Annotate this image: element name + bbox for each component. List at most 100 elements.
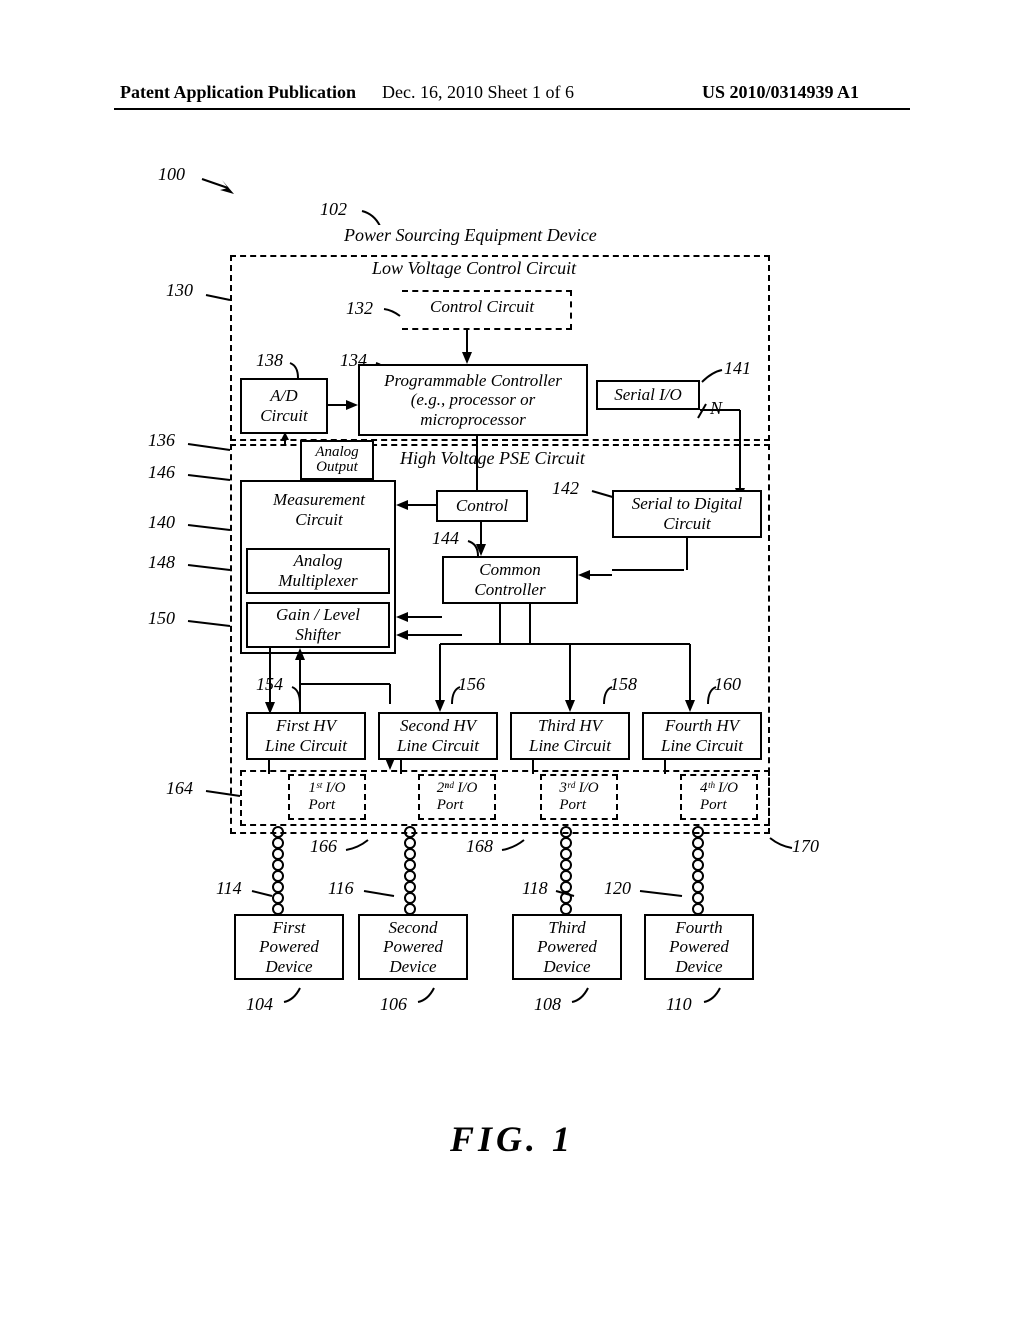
control-circuit-title: Control Circuit — [430, 297, 534, 317]
prog-to-control-line — [470, 436, 484, 490]
ref-141: 141 — [724, 358, 751, 379]
cable-4 — [690, 826, 706, 914]
cable-2 — [402, 826, 418, 914]
ref-106: 106 — [380, 994, 407, 1015]
ref-116: 116 — [328, 878, 354, 899]
ref-130-lead — [206, 292, 232, 302]
ref-104-lead — [284, 988, 302, 1004]
serial-to-digital: Serial to Digital Circuit — [612, 490, 762, 538]
ref-104: 104 — [246, 994, 273, 1015]
ref-110-lead — [704, 988, 722, 1004]
hv-line-4: Fourth HV Line Circuit — [642, 712, 762, 760]
ref-136-lead — [188, 440, 230, 452]
ao-to-ad-arrow — [278, 432, 292, 444]
ref-108-lead — [572, 988, 590, 1004]
ref-150-lead — [188, 618, 230, 628]
ref-158-lead — [600, 684, 616, 704]
header-left: Patent Application Publication — [120, 82, 356, 103]
control-to-meas-arrow — [396, 498, 436, 512]
ref-120-lead — [640, 888, 682, 898]
ref-146-lead — [188, 472, 230, 482]
analog-output: Analog Output — [300, 440, 374, 480]
powered-device-4: Fourth Powered Device — [644, 914, 754, 980]
ref-120: 120 — [604, 878, 631, 899]
common-controller: Common Controller — [442, 556, 578, 604]
ref-156-lead — [448, 684, 464, 704]
ref-160-lead — [704, 684, 720, 704]
io-port-2: 2ⁿᵈ I/O Port — [418, 774, 496, 820]
ref-132: 132 — [346, 298, 373, 319]
hv3-to-io3 — [526, 760, 540, 774]
ref-100: 100 — [158, 164, 185, 185]
common-to-hv-lines — [440, 604, 700, 712]
ref-148: 148 — [148, 552, 175, 573]
control-box: Control — [436, 490, 528, 522]
header-rule — [114, 108, 910, 110]
ref-166-lead — [346, 840, 370, 854]
ref-140: 140 — [148, 512, 175, 533]
ref-114: 114 — [216, 878, 242, 899]
powered-device-2: Second Powered Device — [358, 914, 468, 980]
ref-136: 136 — [148, 430, 175, 451]
io-port-1: 1ˢᵗ I/O Port — [288, 774, 366, 820]
hv4-to-io4 — [658, 760, 672, 774]
ref-170: 170 — [792, 836, 819, 857]
ref-154-lead — [292, 684, 308, 704]
ad-circuit: A/D Circuit — [240, 378, 328, 434]
ref-144: 144 — [432, 528, 459, 549]
ref-146: 146 — [148, 462, 175, 483]
ref-118: 118 — [522, 878, 548, 899]
hv-line-1: First HV Line Circuit — [246, 712, 366, 760]
gain-level-shifter: Gain / Level Shifter — [246, 602, 390, 648]
ref-102: 102 — [320, 199, 347, 220]
s2d-left-line — [612, 568, 684, 572]
ad-to-prog-arrow — [328, 398, 358, 412]
s2d-to-common-arrow — [578, 568, 612, 582]
hvpse-title: High Voltage PSE Circuit — [400, 448, 585, 469]
ref-118-lead — [556, 888, 574, 898]
cable-1 — [270, 826, 286, 914]
powered-device-1: First Powered Device — [234, 914, 344, 980]
hv-line-2: Second HV Line Circuit — [378, 712, 498, 760]
ref-130: 130 — [166, 280, 193, 301]
ref-116-lead — [364, 888, 394, 898]
ref-168: 168 — [466, 836, 493, 857]
ref-138: 138 — [256, 350, 283, 371]
ref-141-lead — [700, 368, 724, 384]
ref-166: 166 — [310, 836, 337, 857]
ref-142: 142 — [552, 478, 579, 499]
io-port-3: 3ʳᵈ I/O Port — [540, 774, 618, 820]
serial-io: Serial I/O — [596, 380, 700, 410]
ctrl-to-prog-arrow — [460, 330, 474, 364]
figure-caption: FIG. 1 — [0, 1118, 1024, 1160]
page: Patent Application Publication Dec. 16, … — [0, 0, 1024, 1320]
ref-154: 154 — [256, 674, 283, 695]
ref-164: 164 — [166, 778, 193, 799]
common-to-gls-arrow1 — [396, 610, 442, 624]
ref-100-arrow — [202, 176, 242, 196]
ref-140-lead — [188, 522, 230, 532]
header-right: US 2010/0314939 A1 — [702, 82, 859, 103]
hv-line-3: Third HV Line Circuit — [510, 712, 630, 760]
ref-110: 110 — [666, 994, 692, 1015]
ref-170-lead — [770, 838, 794, 852]
lvcc-title: Low Voltage Control Circuit — [372, 258, 576, 279]
powered-device-3: Third Powered Device — [512, 914, 622, 980]
ref-108: 108 — [534, 994, 561, 1015]
analog-mux: Analog Multiplexer — [246, 548, 390, 594]
control-to-common-arrow — [474, 522, 488, 556]
pse-title: Power Sourcing Equipment Device — [344, 225, 597, 246]
io-port-4: 4ᵗʰ I/O Port — [680, 774, 758, 820]
ref-148-lead — [188, 562, 230, 572]
header-mid: Dec. 16, 2010 Sheet 1 of 6 — [382, 82, 574, 103]
ref-132-lead — [384, 306, 404, 318]
ref-106-lead — [418, 988, 436, 1004]
cable-3 — [558, 826, 574, 914]
s2d-down-line — [680, 538, 694, 570]
ref-168-lead — [502, 840, 526, 854]
ref-114-lead — [252, 888, 272, 898]
hv2-to-io2 — [394, 760, 408, 774]
ref-164-lead — [206, 788, 240, 798]
programmable-controller: Programmable Controller (e.g., processor… — [358, 364, 588, 436]
hv1-to-io1 — [262, 760, 276, 774]
